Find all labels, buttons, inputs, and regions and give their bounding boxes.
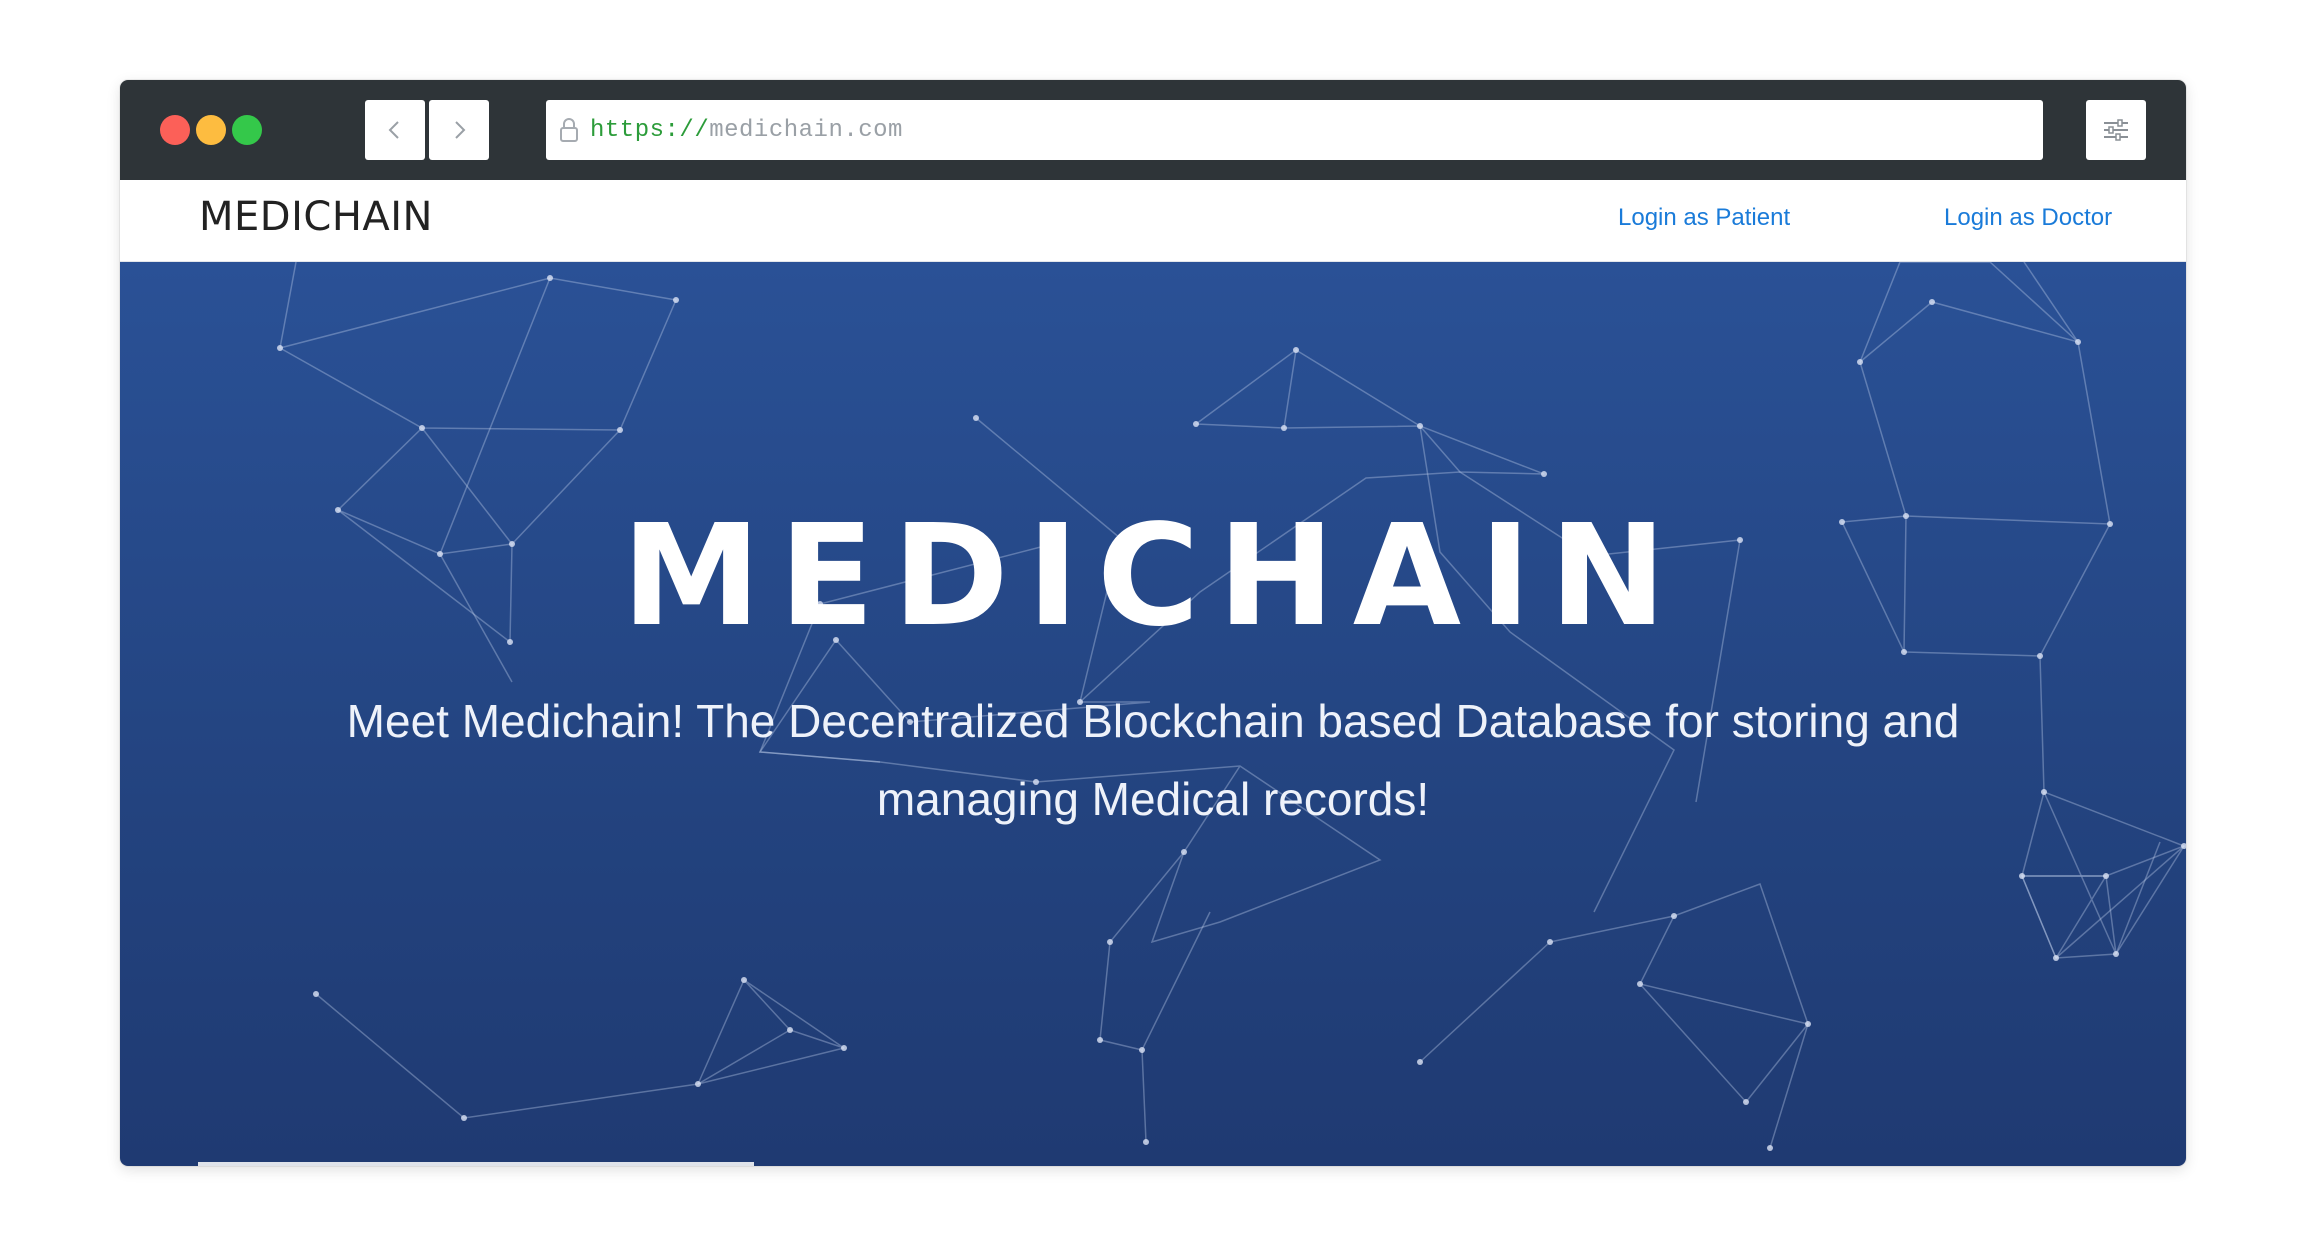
chevron-left-icon [388, 121, 399, 139]
address-bar[interactable]: https://medichain.com [546, 100, 2043, 160]
scroll-indicator [198, 1162, 754, 1166]
chevron-right-icon [455, 121, 466, 139]
close-window-button[interactable] [160, 115, 190, 145]
hero-section: MEDICHAIN Meet Medichain! The Decentrali… [120, 262, 2186, 1166]
forward-button[interactable] [429, 100, 489, 160]
url-scheme: https:// [590, 116, 710, 144]
login-as-patient-link[interactable]: Login as Patient [1618, 204, 1790, 232]
sliders-icon [2104, 119, 2128, 141]
site-navbar: MEDICHAIN Login as Patient Login as Doct… [120, 180, 2186, 262]
maximize-window-button[interactable] [232, 115, 262, 145]
lock-icon [558, 117, 580, 143]
browser-window: https://medichain.com MEDICHAIN Login as… [120, 80, 2186, 1166]
url-text: https://medichain.com [590, 117, 903, 144]
hero-subtitle: Meet Medichain! The Decentralized Blockc… [346, 695, 1960, 825]
back-button[interactable] [365, 100, 425, 160]
settings-button[interactable] [2086, 100, 2146, 160]
navbar-brand[interactable]: MEDICHAIN [199, 194, 433, 240]
minimize-window-button[interactable] [196, 115, 226, 145]
browser-toolbar: https://medichain.com [120, 80, 2186, 180]
hero-title: MEDICHAIN [621, 495, 1685, 658]
login-as-doctor-link[interactable]: Login as Doctor [1944, 204, 2112, 232]
url-host: medichain.com [709, 116, 903, 144]
